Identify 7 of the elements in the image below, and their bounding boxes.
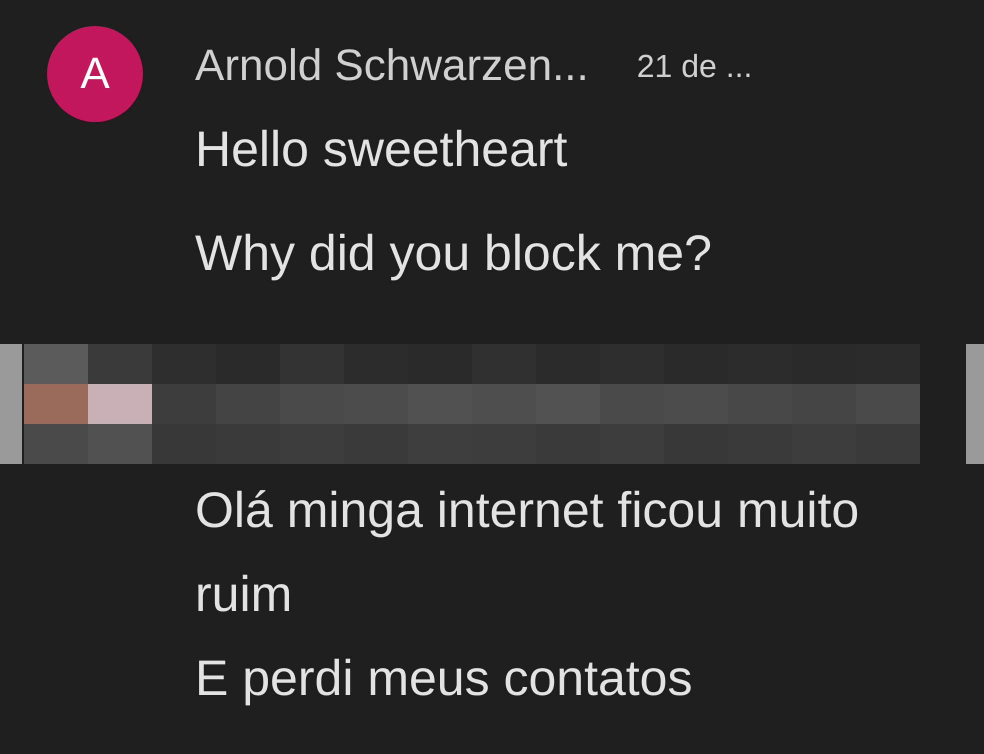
message-text: Why did you block me? <box>195 224 713 283</box>
message-text: Hello sweetheart <box>195 120 568 179</box>
sender-name: Arnold Schwarzen... <box>195 41 589 91</box>
message-date: 21 de ... <box>636 48 752 84</box>
avatar: A <box>47 26 143 122</box>
message-text: E perdi meus contatos <box>195 649 694 708</box>
message-text: Olá minga internet ficou muito ruim <box>195 481 860 624</box>
